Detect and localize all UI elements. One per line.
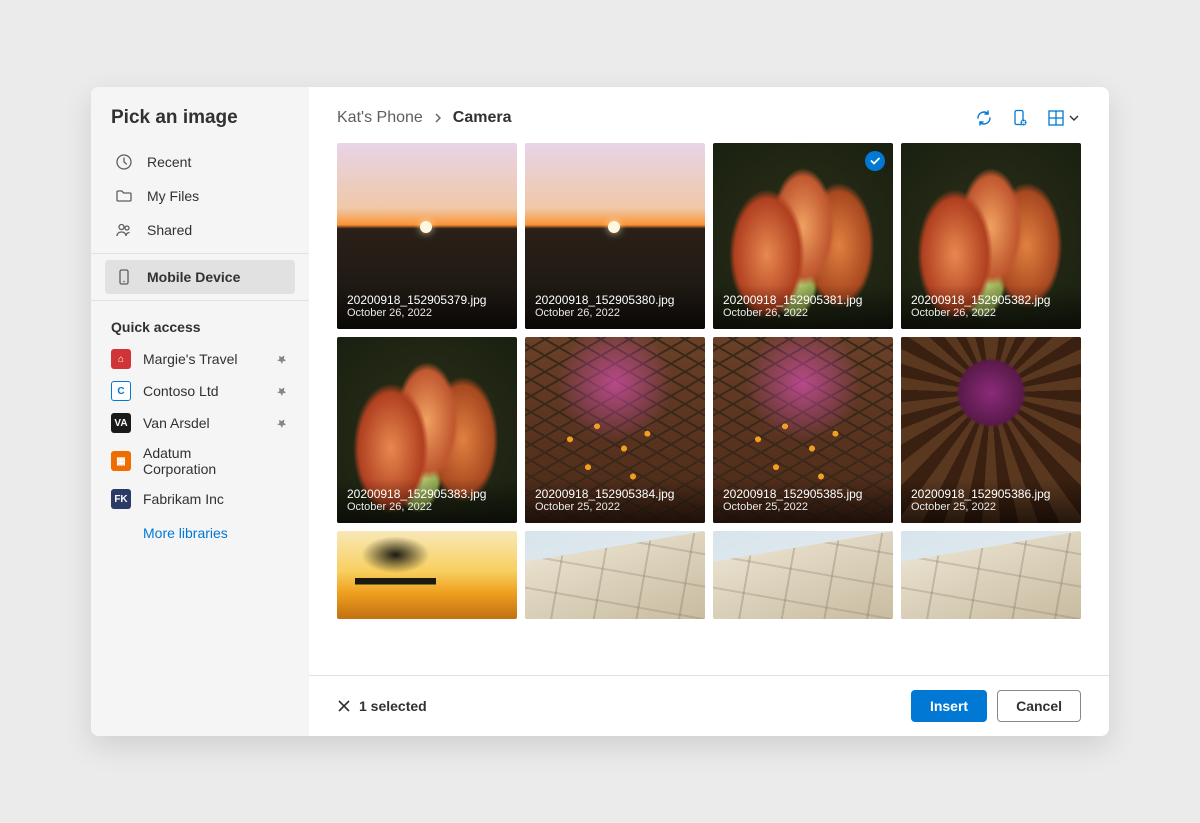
- image-tile[interactable]: 20200918_152905386.jpgOctober 25, 2022: [901, 337, 1081, 523]
- image-tile[interactable]: [901, 531, 1081, 619]
- clear-selection-button[interactable]: 1 selected: [337, 698, 427, 714]
- image-caption: 20200918_152905382.jpgOctober 26, 2022: [901, 285, 1081, 329]
- image-tile[interactable]: 20200918_152905379.jpgOctober 26, 2022: [337, 143, 517, 329]
- cancel-button[interactable]: Cancel: [997, 690, 1081, 722]
- phone-remove-icon[interactable]: [1011, 109, 1029, 127]
- people-icon: [115, 221, 133, 239]
- close-icon: [337, 699, 351, 713]
- image-thumbnail: [713, 531, 893, 619]
- file-name: 20200918_152905382.jpg: [911, 293, 1071, 307]
- file-date: October 26, 2022: [535, 307, 695, 319]
- image-tile[interactable]: 20200918_152905382.jpgOctober 26, 2022: [901, 143, 1081, 329]
- file-date: October 25, 2022: [723, 501, 883, 513]
- refresh-icon[interactable]: [975, 109, 993, 127]
- image-caption: 20200918_152905386.jpgOctober 25, 2022: [901, 479, 1081, 523]
- pin-icon[interactable]: [275, 384, 289, 398]
- image-caption: 20200918_152905383.jpgOctober 26, 2022: [337, 479, 517, 523]
- image-caption: 20200918_152905380.jpgOctober 26, 2022: [525, 285, 705, 329]
- file-date: October 26, 2022: [347, 501, 507, 513]
- image-thumbnail: [901, 531, 1081, 619]
- phone-icon: [115, 268, 133, 286]
- more-libraries-link[interactable]: More libraries: [105, 515, 295, 547]
- library-badge: C: [111, 381, 131, 401]
- selected-check-icon: [865, 151, 885, 171]
- folder-icon: [115, 187, 133, 205]
- chevron-down-icon: [1067, 111, 1081, 125]
- quick-access-label: Adatum Corporation: [143, 445, 263, 477]
- image-grid: 20200918_152905379.jpgOctober 26, 202220…: [309, 143, 1109, 675]
- file-date: October 26, 2022: [347, 307, 507, 319]
- quick-access-item[interactable]: VA Van Arsdel: [105, 407, 295, 439]
- quick-access-item[interactable]: ▦ Adatum Corporation: [105, 439, 295, 483]
- chevron-right-icon: [433, 113, 443, 123]
- image-tile[interactable]: 20200918_152905385.jpgOctober 25, 2022: [713, 337, 893, 523]
- pin-icon[interactable]: [275, 352, 289, 366]
- pin-icon[interactable]: [275, 416, 289, 430]
- quick-access-item[interactable]: C Contoso Ltd: [105, 375, 295, 407]
- divider: [91, 253, 309, 254]
- image-caption: 20200918_152905381.jpgOctober 26, 2022: [713, 285, 893, 329]
- breadcrumb-current: Camera: [453, 109, 512, 127]
- nav-item-my-files[interactable]: My Files: [105, 179, 295, 213]
- image-tile[interactable]: [525, 531, 705, 619]
- file-name: 20200918_152905379.jpg: [347, 293, 507, 307]
- quick-access-item[interactable]: ⌂ Margie's Travel: [105, 343, 295, 375]
- nav-item-label: My Files: [147, 188, 199, 204]
- file-date: October 26, 2022: [723, 307, 883, 319]
- library-badge: ⌂: [111, 349, 131, 369]
- quick-access-label: Van Arsdel: [143, 415, 263, 431]
- library-badge: VA: [111, 413, 131, 433]
- nav-item-label: Mobile Device: [147, 269, 240, 285]
- image-caption: 20200918_152905379.jpgOctober 26, 2022: [337, 285, 517, 329]
- view-mode-button[interactable]: [1047, 109, 1081, 127]
- grid-icon: [1047, 109, 1065, 127]
- file-picker-dialog: Pick an image Recent My Files Shared Mobile…: [91, 87, 1109, 736]
- nav-item-shared[interactable]: Shared: [105, 213, 295, 247]
- file-name: 20200918_152905386.jpg: [911, 487, 1071, 501]
- insert-button[interactable]: Insert: [911, 690, 987, 722]
- dialog-title: Pick an image: [111, 107, 289, 129]
- breadcrumb-parent[interactable]: Kat's Phone: [337, 109, 423, 127]
- quick-access-item[interactable]: FK Fabrikam Inc: [105, 483, 295, 515]
- file-name: 20200918_152905380.jpg: [535, 293, 695, 307]
- library-badge: ▦: [111, 451, 131, 471]
- file-name: 20200918_152905384.jpg: [535, 487, 695, 501]
- clock-icon: [115, 153, 133, 171]
- nav-item-recent[interactable]: Recent: [105, 145, 295, 179]
- file-date: October 25, 2022: [911, 501, 1071, 513]
- nav-item-mobile-device[interactable]: Mobile Device: [105, 260, 295, 294]
- breadcrumb: Kat's Phone Camera: [337, 109, 511, 127]
- library-badge: FK: [111, 489, 131, 509]
- quick-access-label: Margie's Travel: [143, 351, 263, 367]
- file-name: 20200918_152905383.jpg: [347, 487, 507, 501]
- image-tile[interactable]: 20200918_152905381.jpgOctober 26, 2022: [713, 143, 893, 329]
- image-thumbnail: [337, 531, 517, 619]
- image-thumbnail: [525, 531, 705, 619]
- nav-item-label: Shared: [147, 222, 192, 238]
- image-tile[interactable]: 20200918_152905380.jpgOctober 26, 2022: [525, 143, 705, 329]
- file-name: 20200918_152905385.jpg: [723, 487, 883, 501]
- file-date: October 26, 2022: [911, 307, 1071, 319]
- main-panel: Kat's Phone Camera 20200918_152905379.jp…: [309, 87, 1109, 736]
- footer: 1 selected Insert Cancel: [309, 675, 1109, 736]
- quick-access-heading: Quick access: [111, 319, 289, 335]
- header: Kat's Phone Camera: [309, 87, 1109, 143]
- quick-access-label: Contoso Ltd: [143, 383, 263, 399]
- quick-access-label: Fabrikam Inc: [143, 491, 263, 507]
- image-tile[interactable]: [337, 531, 517, 619]
- image-caption: 20200918_152905385.jpgOctober 25, 2022: [713, 479, 893, 523]
- file-date: October 25, 2022: [535, 501, 695, 513]
- toolbar: [975, 109, 1081, 127]
- image-tile[interactable]: 20200918_152905383.jpgOctober 26, 2022: [337, 337, 517, 523]
- sidebar: Pick an image Recent My Files Shared Mobile…: [91, 87, 309, 736]
- divider: [91, 300, 309, 301]
- file-name: 20200918_152905381.jpg: [723, 293, 883, 307]
- nav-item-label: Recent: [147, 154, 191, 170]
- image-tile[interactable]: 20200918_152905384.jpgOctober 25, 2022: [525, 337, 705, 523]
- image-caption: 20200918_152905384.jpgOctober 25, 2022: [525, 479, 705, 523]
- image-tile[interactable]: [713, 531, 893, 619]
- selection-count: 1 selected: [359, 698, 427, 714]
